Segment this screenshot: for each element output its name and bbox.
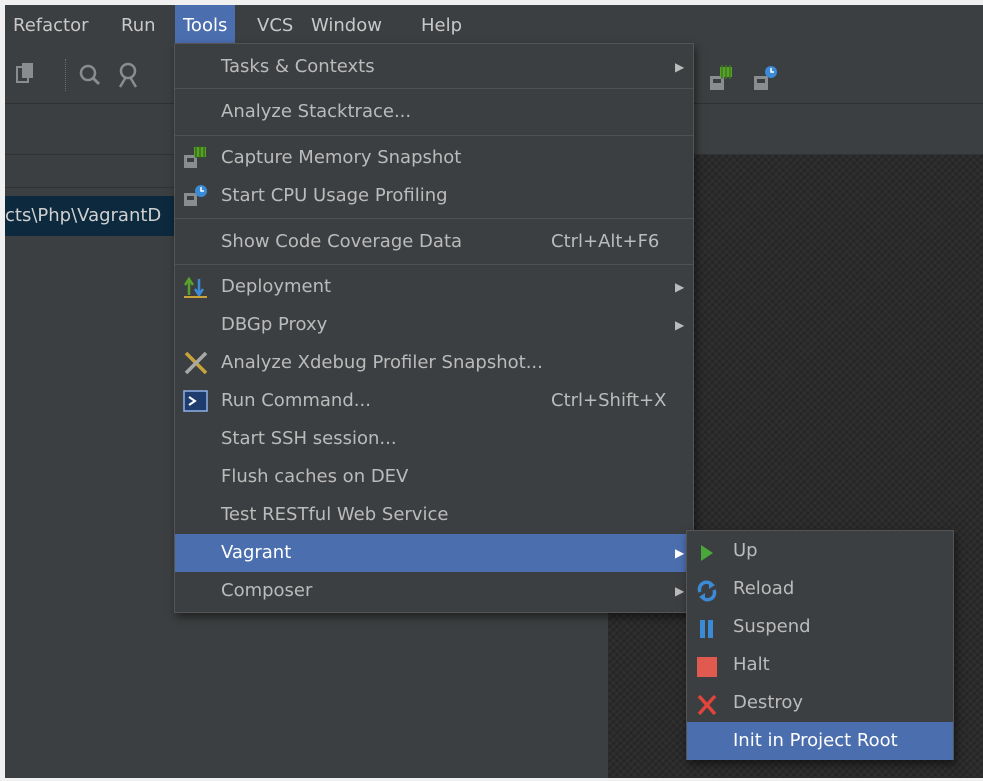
- submenu-item-label: Halt: [733, 654, 770, 675]
- menu-item-analyze-xdebug[interactable]: Analyze Xdebug Profiler Snapshot...: [175, 344, 693, 382]
- memory-snapshot-icon: [183, 146, 209, 170]
- menu-item-label: Composer: [221, 580, 313, 601]
- menu-item-label: Start CPU Usage Profiling: [221, 185, 448, 206]
- submenu-item-label: Suspend: [733, 616, 811, 637]
- submenu-item-label: Init in Project Root: [733, 730, 898, 751]
- menu-separator: [175, 218, 693, 219]
- menu-item-flush-caches[interactable]: Flush caches on DEV: [175, 458, 693, 496]
- menu-item-label: Vagrant: [221, 542, 292, 563]
- reload-icon: [695, 578, 719, 602]
- menu-item-label: Deployment: [221, 276, 332, 297]
- submenu-arrow-icon: ▶: [675, 318, 685, 332]
- menu-item-composer[interactable]: Composer ▶: [175, 572, 693, 610]
- submenu-item-label: Destroy: [733, 692, 804, 713]
- submenu-item-label: Reload: [733, 578, 795, 599]
- menu-separator: [175, 135, 693, 136]
- vagrant-suspend[interactable]: Suspend: [687, 608, 953, 646]
- menu-item-test-restful[interactable]: Test RESTful Web Service: [175, 496, 693, 534]
- vagrant-reload[interactable]: Reload: [687, 570, 953, 608]
- menu-item-label: Analyze Xdebug Profiler Snapshot...: [221, 352, 543, 373]
- menu-vcs[interactable]: VCS: [257, 5, 293, 47]
- xdebug-icon: [183, 351, 209, 375]
- menu-item-tasks-contexts[interactable]: Tasks & Contexts ▶: [175, 48, 693, 86]
- menu-item-label: DBGp Proxy: [221, 314, 328, 335]
- menu-help[interactable]: Help: [421, 5, 462, 47]
- play-icon: [695, 540, 719, 562]
- pause-icon: [695, 616, 719, 638]
- menu-item-label: Run Command...: [221, 390, 371, 411]
- menu-item-analyze-stacktrace[interactable]: Analyze Stacktrace...: [175, 93, 693, 131]
- menu-item-shortcut: Ctrl+Shift+X: [551, 390, 667, 411]
- menu-window[interactable]: Window: [311, 5, 382, 47]
- submenu-arrow-icon: ▶: [675, 584, 685, 598]
- submenu-arrow-icon: ▶: [675, 280, 685, 294]
- menu-item-run-command[interactable]: Run Command... Ctrl+Shift+X: [175, 382, 693, 420]
- menu-item-label: Start SSH session...: [221, 428, 397, 449]
- menu-item-start-ssh[interactable]: Start SSH session...: [175, 420, 693, 458]
- menu-item-capture-memory-snapshot[interactable]: Capture Memory Snapshot: [175, 139, 693, 177]
- menu-item-label: Test RESTful Web Service: [221, 504, 449, 525]
- vagrant-submenu: Up Reload Suspend Halt Destroy Init in P…: [686, 530, 954, 760]
- project-path-selected[interactable]: cts\Php\VagrantD: [5, 196, 185, 236]
- menu-tools[interactable]: Tools: [175, 5, 236, 47]
- menu-item-label: Tasks & Contexts: [221, 56, 375, 77]
- search-icon[interactable]: [77, 61, 103, 89]
- menu-run[interactable]: Run: [121, 5, 156, 47]
- copy-icon[interactable]: [13, 61, 39, 89]
- menu-refactor[interactable]: Refactor: [13, 5, 89, 47]
- toolbar-separator: [65, 59, 67, 91]
- stop-icon: [695, 654, 719, 677]
- cpu-profiling-icon[interactable]: [752, 64, 780, 94]
- menu-item-start-cpu-profiling[interactable]: Start CPU Usage Profiling: [175, 177, 693, 215]
- menu-item-label: Capture Memory Snapshot: [221, 147, 462, 168]
- menu-item-label: Show Code Coverage Data: [221, 231, 463, 252]
- vagrant-destroy[interactable]: Destroy: [687, 684, 953, 722]
- submenu-arrow-icon: ▶: [675, 60, 685, 74]
- deployment-icon: [183, 275, 209, 299]
- terminal-icon: [183, 389, 209, 413]
- menu-bar: Refactor Run Tools VCS Window Help: [5, 5, 983, 47]
- vagrant-init-project-root[interactable]: Init in Project Root: [687, 722, 953, 760]
- menu-item-deployment[interactable]: Deployment ▶: [175, 268, 693, 306]
- memory-snapshot-icon[interactable]: [708, 64, 736, 94]
- vagrant-halt[interactable]: Halt: [687, 646, 953, 684]
- menu-item-show-code-coverage[interactable]: Show Code Coverage Data Ctrl+Alt+F6: [175, 223, 693, 261]
- menu-item-label: Analyze Stacktrace...: [221, 101, 412, 122]
- menu-item-dbgp-proxy[interactable]: DBGp Proxy ▶: [175, 306, 693, 344]
- tools-dropdown-menu: Tasks & Contexts ▶ Analyze Stacktrace...…: [174, 43, 694, 613]
- menu-item-label: Flush caches on DEV: [221, 466, 409, 487]
- menu-separator: [175, 88, 693, 89]
- submenu-item-label: Up: [733, 540, 758, 561]
- vagrant-up[interactable]: Up: [687, 532, 953, 570]
- search-replace-icon[interactable]: [115, 61, 141, 89]
- menu-item-vagrant[interactable]: Vagrant ▶: [175, 534, 693, 572]
- menu-item-shortcut: Ctrl+Alt+F6: [551, 231, 660, 252]
- destroy-x-icon: [695, 692, 719, 716]
- submenu-arrow-icon: ▶: [675, 546, 685, 560]
- cpu-profiling-icon: [183, 184, 209, 208]
- menu-separator: [175, 264, 693, 265]
